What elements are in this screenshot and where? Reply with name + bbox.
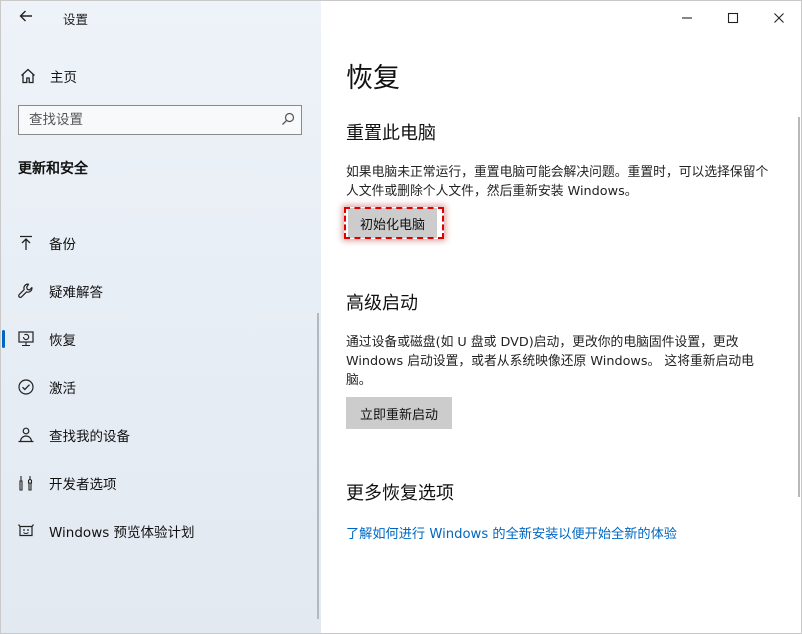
backup-arrow-icon [20,235,32,250]
sidebar-scrollbar[interactable] [317,313,319,619]
wrench-icon [18,283,33,298]
recovery-icon [18,331,34,347]
section-title: 更新和安全 [18,161,88,177]
sidebar-item-label: 开发者选项 [49,477,117,493]
back-arrow-icon[interactable] [15,7,37,29]
sidebar-item-backup[interactable]: 备份 [1,219,321,267]
minimize-icon [682,17,692,19]
main-content: 恢复 重置此电脑 如果电脑未正常运行，重置电脑可能会解决问题。重置时，可以选择保… [321,1,801,633]
sidebar-nav: 备份 疑难解答 恢复 激活 查找我的设备 开发者选项 Windows 预览体验计… [1,219,321,555]
page-title: 恢复 [346,63,400,94]
search-input[interactable] [29,106,269,133]
more-options-heading: 更多恢复选项 [346,483,454,504]
check-circle-icon [18,379,34,395]
sidebar-item-label: 激活 [49,381,76,397]
content-scrollbar[interactable] [798,117,800,497]
maximize-button[interactable] [710,4,756,32]
app-title: 设置 [63,12,89,27]
sidebar-item-activation[interactable]: 激活 [1,363,321,411]
advanced-startup-description: 通过设备或磁盘(如 U 盘或 DVD)启动，更改你的电脑固件设置，更改 Wind… [346,335,754,388]
restart-now-button[interactable]: 立即重新启动 [346,397,453,429]
minimize-button[interactable] [664,4,710,32]
developer-tools-icon [19,476,33,491]
maximize-icon [727,12,739,24]
search-box[interactable] [18,105,302,135]
fresh-install-link[interactable]: 了解如何进行 Windows 的全新安装以便开始全新的体验 [346,523,677,542]
close-button[interactable] [756,4,802,32]
sidebar-item-label: 备份 [49,237,76,253]
sidebar-item-troubleshoot[interactable]: 疑难解答 [1,267,321,315]
advanced-startup-heading: 高级启动 [346,293,418,314]
sidebar-item-label: 查找我的设备 [49,429,130,445]
person-location-icon [18,427,34,443]
highlight-box [344,207,444,239]
close-icon [774,13,784,23]
search-icon[interactable] [281,112,295,126]
sidebar-item-label: 疑难解答 [49,285,103,301]
reset-description: 如果电脑未正常运行，重置电脑可能会解决问题。重置时，可以选择保留个人文件或删除个… [346,165,769,199]
home-label: 主页 [50,70,77,86]
sidebar-item-developer[interactable]: 开发者选项 [1,459,321,507]
sidebar-item-find-my-device[interactable]: 查找我的设备 [1,411,321,459]
sidebar-item-home[interactable]: 主页 [19,65,77,87]
sidebar-item-label: 恢复 [49,333,76,349]
sidebar-item-label: Windows 预览体验计划 [49,525,195,541]
insider-smiley-icon [18,524,34,537]
sidebar-item-recovery[interactable]: 恢复 [1,315,321,363]
sidebar: 设置 主页 更新和安全 备份 [1,1,321,633]
home-icon [21,68,35,84]
sidebar-item-insider[interactable]: Windows 预览体验计划 [1,507,321,555]
settings-window: 设置 主页 更新和安全 备份 [0,0,802,634]
reset-heading: 重置此电脑 [346,123,436,144]
